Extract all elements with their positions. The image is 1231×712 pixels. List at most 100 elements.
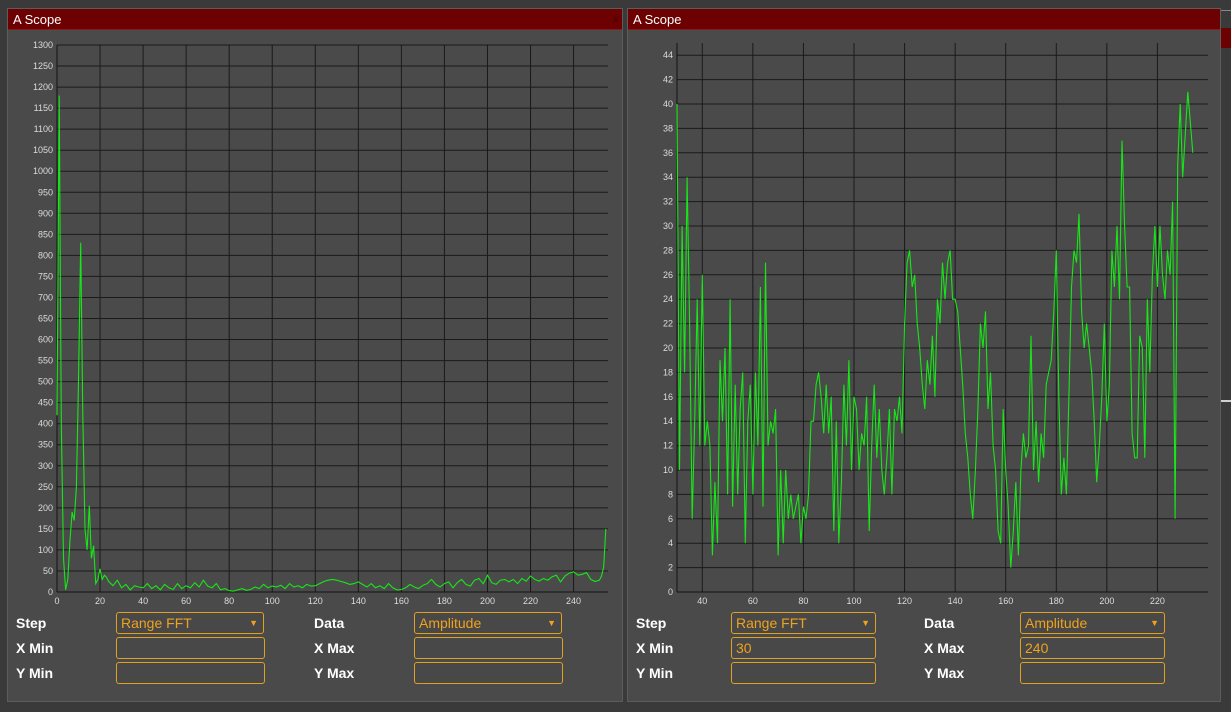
x-tick-label: 200 — [480, 596, 495, 605]
y-tick-label: 2 — [668, 563, 673, 573]
y-tick-label: 20 — [663, 343, 673, 353]
x-tick-label: 120 — [308, 596, 323, 605]
y-tick-label: 28 — [663, 245, 673, 255]
close-icon[interactable]: x — [613, 9, 619, 30]
y-tick-label: 10 — [663, 465, 673, 475]
y-tick-label: 38 — [663, 123, 673, 133]
x-tick-label: 40 — [697, 596, 707, 605]
y-tick-label: 1300 — [33, 40, 53, 50]
background-window-edge — [1221, 0, 1231, 712]
y-tick-label: 450 — [38, 398, 53, 408]
step-dropdown[interactable]: Range FFT ▼ — [116, 612, 264, 634]
x-tick-label: 80 — [224, 596, 234, 605]
xmin-label: X Min — [16, 640, 54, 656]
y-tick-label: 26 — [663, 270, 673, 280]
ymax-label: Y Max — [314, 665, 355, 681]
data-label: Data — [314, 615, 345, 631]
x-tick-label: 240 — [566, 596, 581, 605]
x-tick-label: 160 — [394, 596, 409, 605]
y-tick-label: 16 — [663, 392, 673, 402]
x-tick-label: 220 — [523, 596, 538, 605]
y-tick-label: 300 — [38, 461, 53, 471]
y-tick-label: 750 — [38, 271, 53, 281]
background-divider — [1221, 400, 1231, 402]
y-tick-label: 650 — [38, 314, 53, 324]
y-tick-label: 40 — [663, 99, 673, 109]
y-tick-label: 350 — [38, 440, 53, 450]
xmax-label: X Max — [924, 640, 965, 656]
data-dropdown[interactable]: Amplitude ▼ — [414, 612, 562, 634]
y-tick-label: 250 — [38, 482, 53, 492]
ymin-input[interactable] — [731, 662, 876, 684]
chevron-down-icon: ▼ — [861, 618, 870, 628]
x-tick-label: 220 — [1150, 596, 1165, 605]
y-tick-label: 600 — [38, 335, 53, 345]
y-tick-label: 6 — [668, 514, 673, 524]
x-tick-label: 0 — [54, 596, 59, 605]
data-label: Data — [924, 615, 955, 631]
x-tick-label: 180 — [437, 596, 452, 605]
y-tick-label: 32 — [663, 197, 673, 207]
x-tick-label: 160 — [998, 596, 1013, 605]
y-tick-label: 1050 — [33, 145, 53, 155]
range-fft-chart: 0501001502002503003504004505005506006507… — [33, 40, 608, 605]
y-tick-label: 30 — [663, 221, 673, 231]
data-dropdown[interactable]: Amplitude ▼ — [1020, 612, 1165, 634]
y-tick-label: 8 — [668, 489, 673, 499]
step-dropdown[interactable]: Range FFT ▼ — [731, 612, 876, 634]
xmax-label: X Max — [314, 640, 355, 656]
chevron-down-icon: ▼ — [547, 618, 556, 628]
step-dropdown-value: Range FFT — [736, 615, 807, 631]
y-tick-label: 950 — [38, 187, 53, 197]
scope-window-left: A Scope x 0 50 100 150 200 250 300 350 400 450 500… — [7, 8, 623, 702]
y-tick-label: 900 — [38, 208, 53, 218]
step-label: Step — [636, 615, 667, 631]
y-tick-label: 400 — [38, 419, 53, 429]
x-tick-label: 40 — [138, 596, 148, 605]
x-tick-label: 180 — [1049, 596, 1064, 605]
step-dropdown-value: Range FFT — [121, 615, 192, 631]
x-tick-label: 20 — [95, 596, 105, 605]
chevron-down-icon: ▼ — [249, 618, 258, 628]
x-tick-label: 120 — [897, 596, 912, 605]
x-tick-label: 200 — [1099, 596, 1114, 605]
y-tick-label: 850 — [38, 229, 53, 239]
range-fft-chart: 0246810121416182022242628303234363840424… — [663, 43, 1208, 605]
xmax-input[interactable]: 240 — [1020, 637, 1165, 659]
ymax-input[interactable] — [414, 662, 563, 684]
y-tick-label: 1000 — [33, 166, 53, 176]
x-tick-label: 140 — [948, 596, 963, 605]
x-tick-label: 60 — [181, 596, 191, 605]
y-tick-label: 36 — [663, 148, 673, 158]
xmax-input[interactable] — [414, 637, 563, 659]
y-tick-label: 44 — [663, 50, 673, 60]
y-tick-label: 1200 — [33, 82, 53, 92]
y-tick-label: 18 — [663, 367, 673, 377]
ymax-input[interactable] — [1020, 662, 1165, 684]
step-label: Step — [16, 615, 47, 631]
xmin-input[interactable] — [116, 637, 265, 659]
y-tick-label: 0 — [668, 587, 673, 597]
scope-titlebar[interactable]: A Scope — [628, 9, 1220, 30]
y-tick-label: 100 — [38, 545, 53, 555]
ymin-input[interactable] — [116, 662, 265, 684]
ymin-label: Y Min — [636, 665, 674, 681]
ymax-label: Y Max — [924, 665, 965, 681]
plot-area — [677, 43, 1208, 592]
data-dropdown-value: Amplitude — [419, 615, 482, 631]
y-tick-label: 1250 — [33, 61, 53, 71]
x-tick-label: 100 — [265, 596, 280, 605]
background-divider — [1221, 10, 1231, 11]
scope-title: A Scope — [633, 12, 682, 27]
y-tick-label: 700 — [38, 292, 53, 302]
y-tick-label: 42 — [663, 75, 673, 85]
y-tick-label: 1150 — [34, 103, 53, 113]
ymin-label: Y Min — [16, 665, 54, 681]
y-tick-label: 1100 — [34, 124, 53, 134]
xmin-input[interactable]: 30 — [731, 637, 876, 659]
scope-titlebar[interactable]: A Scope x — [8, 9, 622, 30]
y-tick-label: 0 — [48, 587, 53, 597]
x-tick-label: 140 — [351, 596, 366, 605]
y-tick-label: 50 — [43, 566, 53, 576]
y-tick-label: 34 — [663, 172, 673, 182]
